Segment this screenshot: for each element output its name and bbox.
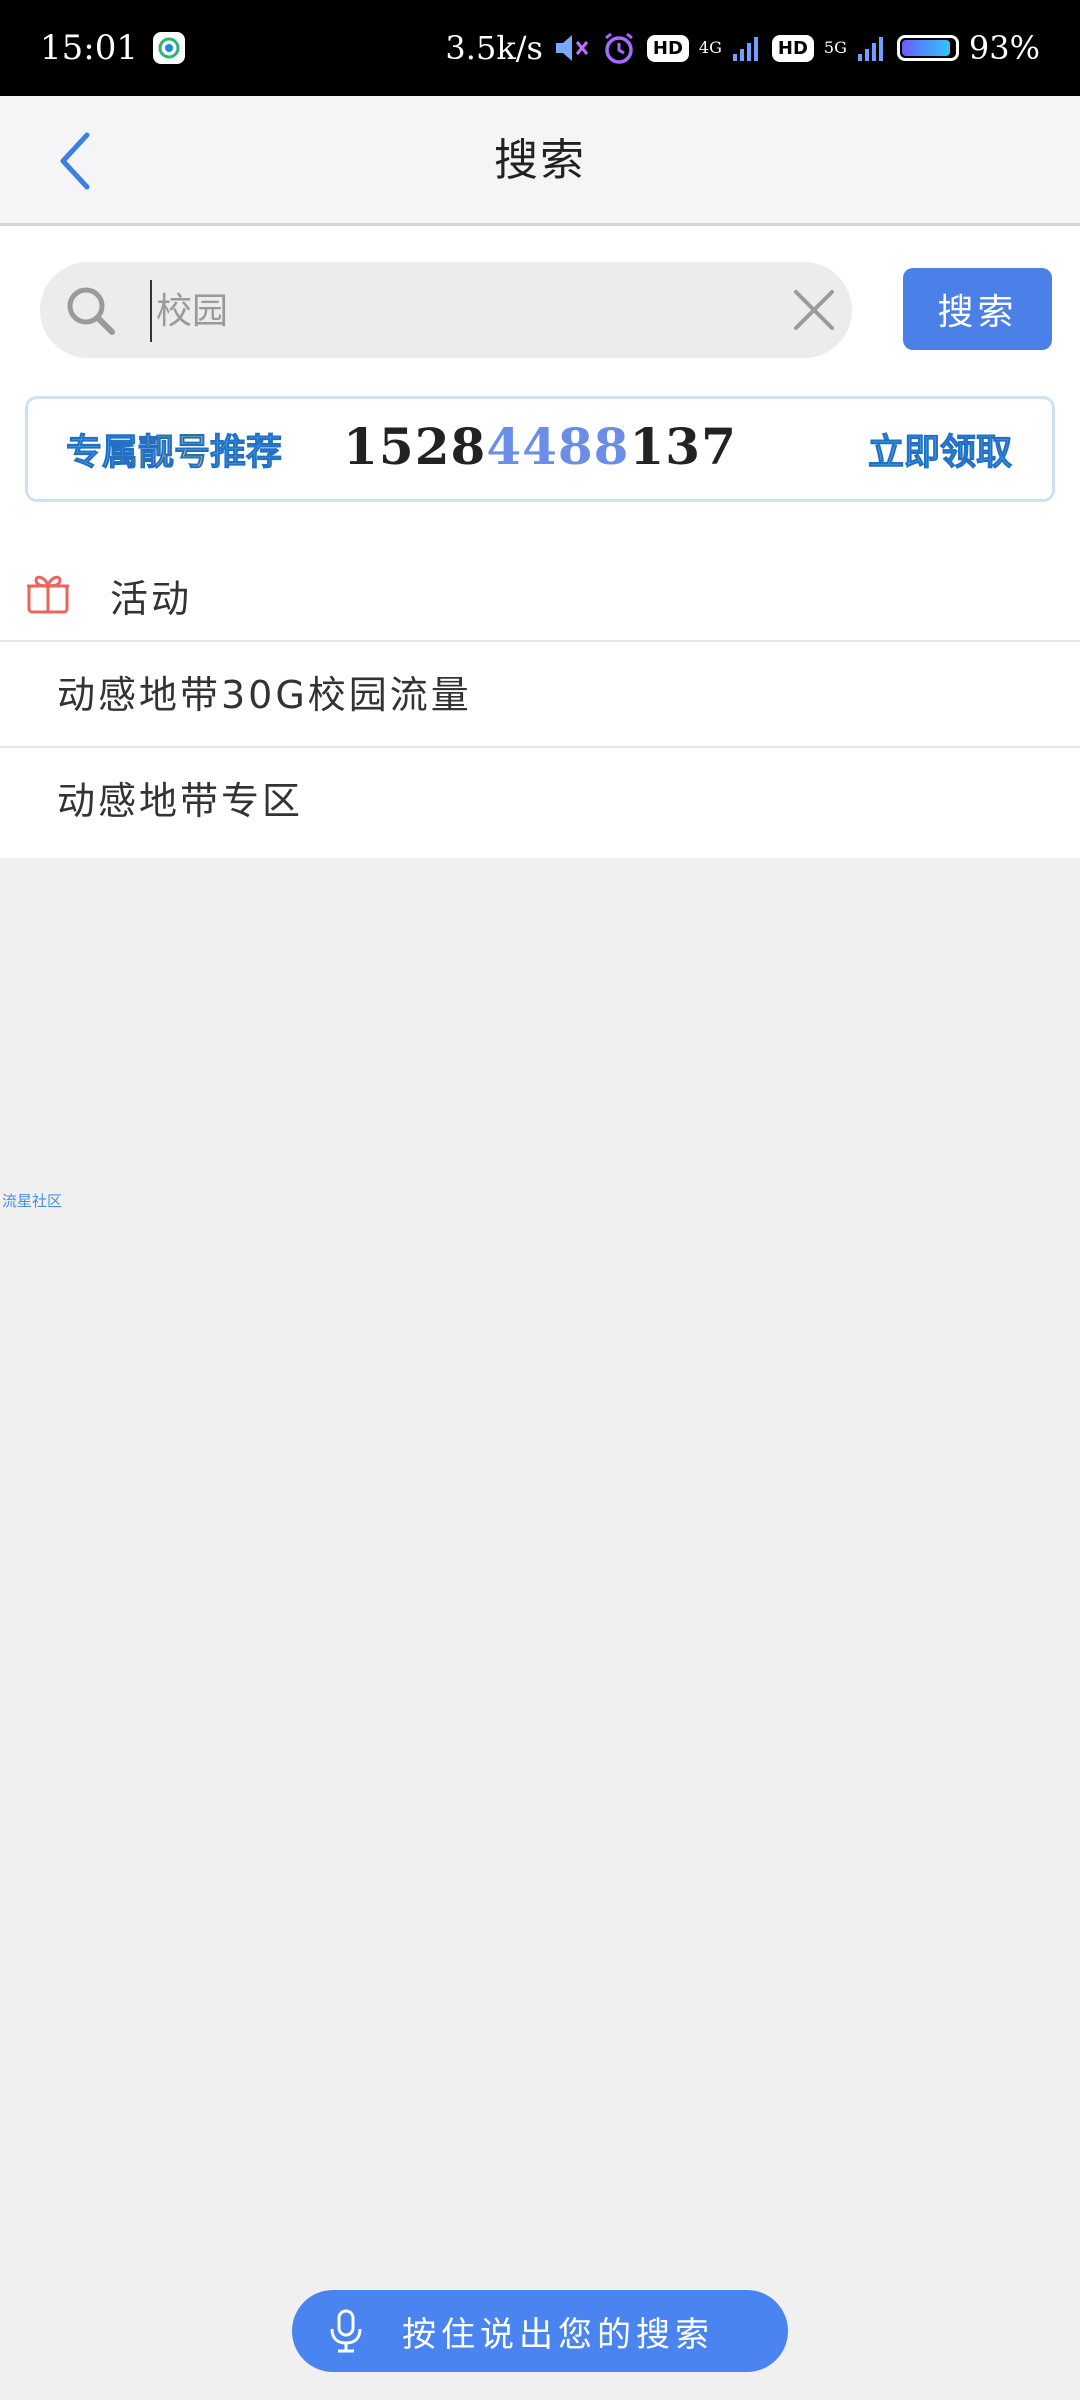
network-speed: 3.5k/s (445, 29, 543, 67)
network-type-5g: 5G (823, 38, 847, 57)
status-bar: 15:01 3.5k/s HD 4G HD 5G 93% (0, 0, 1080, 96)
battery-level (901, 40, 951, 56)
promo-number-suffix: 137 (629, 417, 737, 476)
search-button[interactable]: 搜索 (903, 268, 1052, 350)
mute-icon (555, 35, 589, 61)
alarm-icon (604, 32, 633, 64)
network-type-4g: 4G (698, 38, 722, 57)
claim-now-button[interactable]: 立即领取 (867, 423, 1012, 475)
signal-icon (732, 37, 758, 61)
promo-number-prefix: 1528 (343, 417, 487, 476)
battery-percent: 93% (968, 29, 1040, 67)
result-item[interactable]: 动感地带专区 (0, 748, 1080, 854)
chevron-left-icon (60, 132, 90, 190)
voice-search-label: 按住说出您的搜索 (402, 2314, 714, 2355)
gift-icon (27, 575, 69, 614)
status-time: 15:01 (40, 28, 138, 68)
search-icon (67, 287, 115, 335)
search-input[interactable] (150, 280, 718, 342)
hd-badge-2: HD (771, 34, 814, 62)
section-title: 活动 (110, 577, 193, 621)
voice-search-button[interactable]: 按住说出您的搜索 (292, 2290, 788, 2372)
search-box[interactable] (40, 262, 852, 358)
microphone-icon (330, 2309, 362, 2353)
app-notification-icon (152, 32, 185, 64)
result-item[interactable]: 动感地带30G校园流量 (0, 642, 1080, 748)
search-row: 搜索 (0, 262, 1080, 362)
search-content: 搜索 专属靓号推荐 15284488137 立即领取 活动 动感地带30G校园流… (0, 226, 1080, 858)
header-bar: 搜索 (0, 96, 1080, 226)
back-button[interactable] (40, 126, 110, 196)
hd-badge: HD (646, 34, 689, 62)
section-header: 活动 (0, 546, 1080, 642)
watermark-text: 流星社区 (2, 1192, 63, 1210)
page-title: 搜索 (494, 135, 586, 186)
promo-number-highlight: 4488 (486, 417, 630, 476)
promo-banner[interactable]: 专属靓号推荐 15284488137 立即领取 (25, 396, 1055, 502)
battery-icon (896, 35, 959, 61)
signal-icon-2 (857, 37, 883, 61)
close-icon[interactable] (792, 288, 836, 332)
